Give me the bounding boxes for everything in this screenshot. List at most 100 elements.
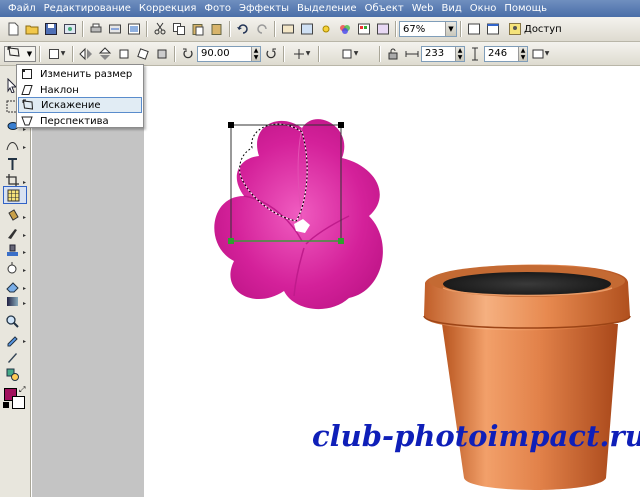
slant-icon	[18, 82, 35, 98]
menu-item-label: Изменить размер	[40, 68, 133, 80]
toolbar-separator	[39, 45, 40, 62]
access-button[interactable]: Доступ	[502, 21, 565, 38]
transform-options-icon[interactable]: ▼	[44, 45, 68, 62]
menu-item-resize[interactable]: Изменить размер	[18, 66, 142, 82]
palette-icon[interactable]	[355, 21, 372, 38]
menu-web[interactable]: Web	[408, 0, 438, 17]
attribute-toolbar: ▼ ▼ 90.00 ▲ ▼ ▼ ▼ 233 ▲ ▼ 246 ▲ ▼ ▼	[0, 42, 640, 66]
menu-item-distort[interactable]: Искажение	[18, 97, 142, 113]
text-tool[interactable]	[3, 154, 27, 172]
full-screen-icon[interactable]	[484, 21, 501, 38]
save-icon[interactable]	[42, 21, 59, 38]
toolbar-separator	[72, 45, 73, 62]
height-field[interactable]: 246 ▲ ▼	[484, 45, 528, 62]
menu-selection[interactable]: Выделение	[293, 0, 361, 17]
effects-icon[interactable]	[374, 21, 391, 38]
mode-icon[interactable]: ▼	[288, 45, 314, 62]
eyedropper-tool[interactable]: ▸	[3, 330, 27, 348]
menu-item-perspective[interactable]: Перспектива	[18, 113, 142, 129]
width-field[interactable]: 233 ▲ ▼	[421, 45, 465, 62]
toolbar-separator	[379, 45, 380, 62]
shape-tool[interactable]	[3, 365, 27, 383]
gradient-tool[interactable]: ▸	[3, 292, 27, 310]
window-icon[interactable]	[465, 21, 482, 38]
browse-icon[interactable]	[61, 21, 78, 38]
menu-view[interactable]: Вид	[438, 0, 466, 17]
brightness-icon[interactable]	[317, 21, 334, 38]
menu-window[interactable]: Окно	[466, 0, 501, 17]
flip-vertical-icon[interactable]	[96, 45, 113, 62]
fill-tool[interactable]: ▸	[3, 206, 27, 224]
handle-bottom-right[interactable]	[338, 238, 344, 244]
chevron-down-icon[interactable]: ▼	[24, 47, 35, 61]
cut-icon[interactable]	[151, 21, 168, 38]
flower-pot-object[interactable]	[423, 264, 631, 490]
menu-effects[interactable]: Эффекты	[235, 0, 293, 17]
transform-tool[interactable]	[3, 186, 27, 204]
redo-icon[interactable]	[253, 21, 270, 38]
path-tool[interactable]	[3, 348, 27, 366]
adjust-icon[interactable]	[298, 21, 315, 38]
copy-icon[interactable]	[170, 21, 187, 38]
handle-top-right[interactable]	[338, 122, 344, 128]
paste-special-icon[interactable]	[208, 21, 225, 38]
zoom-tool[interactable]	[3, 312, 27, 330]
transform-mode-menu: Изменить размер Наклон Искажение Перспек…	[16, 64, 144, 128]
menu-photo[interactable]: Фото	[200, 0, 235, 17]
menu-help[interactable]: Помощь	[500, 0, 551, 17]
handle-bottom-left[interactable]	[228, 238, 234, 244]
handle-top-left[interactable]	[228, 122, 234, 128]
brush-icon	[8, 228, 17, 239]
menu-item-label: Искажение	[41, 99, 101, 111]
transform-grid-icon	[7, 189, 20, 201]
swap-colors-icon[interactable]: ⤢	[19, 385, 25, 395]
watermark-text: club-photoimpact.ru	[312, 419, 640, 453]
rotate-right-icon[interactable]	[134, 45, 151, 62]
enhance-icon[interactable]	[279, 21, 296, 38]
flip-horizontal-icon[interactable]	[77, 45, 94, 62]
toolbar-separator	[318, 45, 319, 62]
paste-icon[interactable]	[189, 21, 206, 38]
menu-item-slant[interactable]: Наклон	[18, 82, 142, 98]
rotation-angle-field[interactable]: 90.00 ▲ ▼	[197, 45, 261, 62]
reset-colors-icon[interactable]	[3, 402, 9, 408]
shape-icon	[6, 368, 19, 381]
open-folder-icon[interactable]	[23, 21, 40, 38]
retouch-icon	[7, 261, 17, 273]
retouch-tool[interactable]: ▸	[3, 259, 27, 277]
menu-adjust[interactable]: Коррекция	[135, 0, 200, 17]
new-file-icon[interactable]	[4, 21, 21, 38]
stamp-tool[interactable]: ▸	[3, 241, 27, 259]
undo-icon[interactable]	[234, 21, 251, 38]
brush-tool[interactable]: ▸	[3, 224, 27, 242]
color-balance-icon[interactable]	[336, 21, 353, 38]
print-icon[interactable]	[87, 21, 104, 38]
chevron-down-icon[interactable]: ▼	[445, 22, 456, 36]
menu-edit[interactable]: Редактирование	[40, 0, 135, 17]
bezier-tool[interactable]: ▸	[3, 136, 27, 154]
spinner-arrows-icon[interactable]: ▲ ▼	[518, 46, 527, 61]
text-icon	[8, 157, 17, 170]
spinner-arrows-icon[interactable]: ▲ ▼	[251, 46, 260, 61]
rotate-left-icon[interactable]	[115, 45, 132, 62]
lock-icon[interactable]	[384, 45, 401, 62]
background-color-swatch[interactable]	[12, 396, 25, 409]
transform-mode-button[interactable]: ▼	[4, 45, 36, 62]
paint-bucket-icon	[8, 208, 19, 221]
toolbar-separator	[82, 21, 83, 37]
capture-icon[interactable]	[125, 21, 142, 38]
spinner-arrows-icon[interactable]: ▲ ▼	[455, 46, 464, 61]
align-icon[interactable]: ▼	[336, 45, 362, 62]
menu-object[interactable]: Объект	[361, 0, 408, 17]
more-options-icon[interactable]: ▼	[529, 45, 551, 62]
photoimpact-window: Файл Редактирование Коррекция Фото Эффек…	[0, 0, 640, 497]
menu-file[interactable]: Файл	[4, 0, 40, 17]
flower-object[interactable]	[214, 119, 383, 310]
scan-icon[interactable]	[106, 21, 123, 38]
access-icon	[506, 21, 523, 38]
zoom-select[interactable]: 67% ▼	[399, 21, 457, 37]
rotate-ccw-icon[interactable]	[179, 45, 196, 62]
zoom-value: 67%	[403, 23, 426, 35]
rotate-180-icon[interactable]	[153, 45, 170, 62]
rotate-cw-icon[interactable]	[262, 45, 279, 62]
